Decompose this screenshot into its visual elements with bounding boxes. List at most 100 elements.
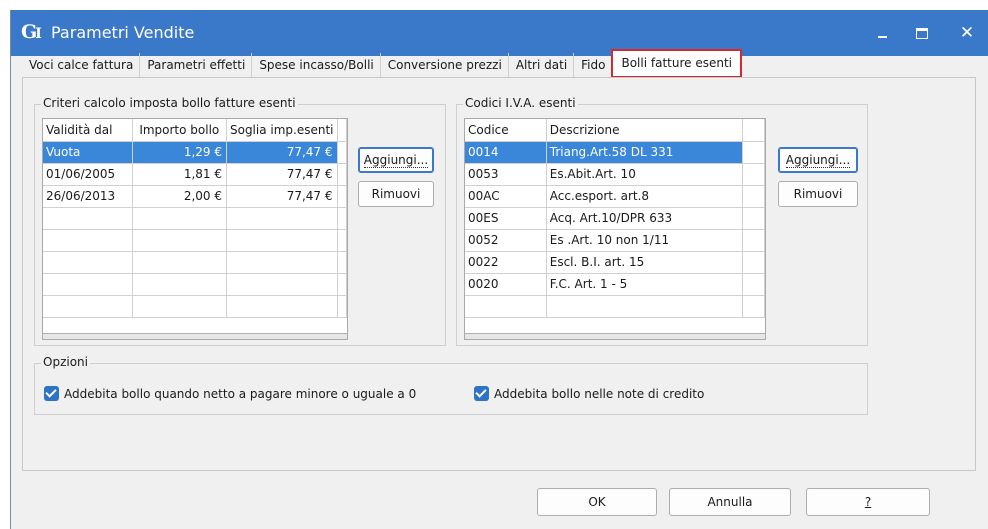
column-header-validita[interactable]: Validità dal (43, 119, 133, 142)
check-bollo-netto[interactable]: Addebita bollo quando netto a pagare min… (44, 386, 416, 401)
maximize-button[interactable] (909, 20, 935, 46)
table-cell: Vuota (43, 141, 133, 164)
table-cell (226, 295, 338, 318)
table-cell (465, 295, 547, 318)
criteri-remove-button[interactable]: Rimuovi (358, 181, 434, 207)
table-cell-filler (742, 229, 765, 252)
table-cell-filler (337, 251, 347, 274)
table-cell: Triang.Art.58 DL 331 (546, 141, 744, 164)
table-cell (43, 295, 133, 318)
checkbox-checked-icon[interactable] (474, 386, 489, 401)
table-row[interactable]: 0020 F.C. Art. 1 - 5 (465, 273, 765, 296)
tab-altri-dati[interactable]: Altri dati (509, 53, 575, 77)
table-cell: 0022 (465, 251, 547, 274)
table-row[interactable]: 0014 Triang.Art.58 DL 331 (465, 141, 765, 164)
table-cell: Acc.esport. art.8 (546, 185, 744, 208)
table-cell-filler (742, 273, 765, 296)
criteri-add-button[interactable]: Aggiungi... (358, 147, 434, 173)
table-cell (132, 207, 227, 230)
table-row[interactable]: 01/06/2005 1,81 €77,47 € (43, 163, 347, 186)
table-cell: 0052 (465, 229, 547, 252)
checkbox-checked-icon[interactable] (44, 386, 59, 401)
codici-grid[interactable]: Codice Descrizione 0014 Triang.Art.58 DL … (464, 118, 766, 340)
table-cell: Es .Art. 10 non 1/11 (546, 229, 744, 252)
tab-fido[interactable]: Fido (574, 53, 611, 77)
table-cell (226, 273, 338, 296)
table-cell-filler (337, 163, 347, 186)
table-row[interactable] (43, 295, 347, 318)
criteri-header-row: Validità dal Importo bollo Soglia imp.es… (43, 119, 347, 142)
table-cell: 00AC (465, 185, 547, 208)
window-title: Parametri Vendite (51, 23, 195, 42)
table-cell (226, 207, 338, 230)
table-cell: Es.Abit.Art. 10 (546, 163, 744, 186)
table-cell (43, 229, 133, 252)
title-bar[interactable]: GI Parametri Vendite ✕ (11, 10, 988, 56)
column-header-filler (742, 119, 765, 142)
table-cell-filler (337, 273, 347, 296)
codici-table: Codice Descrizione 0014 Triang.Art.58 DL … (465, 119, 765, 318)
table-cell (43, 273, 133, 296)
table-row[interactable]: 00AC Acc.esport. art.8 (465, 185, 765, 208)
column-header-soglia[interactable]: Soglia imp.esenti (226, 119, 338, 142)
codici-remove-button[interactable]: Rimuovi (778, 181, 858, 207)
criteri-body: Vuota 1,29 €77,47 €01/06/2005 1,81 €77,47 … (43, 141, 347, 318)
table-row[interactable] (465, 295, 765, 318)
column-header-codice[interactable]: Codice (465, 119, 547, 142)
ok-button[interactable]: OK (537, 488, 657, 516)
table-cell: 01/06/2005 (43, 163, 133, 186)
table-row[interactable] (43, 251, 347, 274)
tab-parametri-effetti[interactable]: Parametri effetti (140, 53, 253, 77)
table-row[interactable]: 00ES Acq. Art.10/DPR 633 (465, 207, 765, 230)
check-bollo-note-credito[interactable]: Addebita bollo nelle note di credito (474, 386, 704, 401)
criteri-table: Validità dal Importo bollo Soglia imp.es… (43, 119, 347, 318)
tab-spese-incasso-bolli[interactable]: Spese incasso/Bolli (252, 53, 381, 77)
criteri-grid[interactable]: Validità dal Importo bollo Soglia imp.es… (42, 118, 348, 340)
codici-group-label: Codici I.V.A. esenti (463, 96, 578, 110)
table-cell-filler (742, 251, 765, 274)
close-button[interactable]: ✕ (954, 20, 980, 46)
table-row[interactable] (43, 229, 347, 252)
opzioni-group-label: Opzioni (41, 355, 90, 369)
minimize-button[interactable] (869, 20, 895, 46)
table-cell (132, 295, 227, 318)
codici-add-button[interactable]: Aggiungi... (778, 147, 858, 173)
table-cell: 77,47 € (226, 185, 338, 208)
table-row[interactable] (43, 207, 347, 230)
help-button[interactable]: ? (806, 488, 930, 516)
table-cell: 0020 (465, 273, 547, 296)
table-cell: Escl. B.I. art. 15 (546, 251, 744, 274)
table-cell: F.C. Art. 1 - 5 (546, 273, 744, 296)
table-row[interactable]: 0053 Es.Abit.Art. 10 (465, 163, 765, 186)
table-row[interactable]: 0022 Escl. B.I. art. 15 (465, 251, 765, 274)
cancel-button[interactable]: Annulla (669, 488, 791, 516)
table-cell-filler (742, 185, 765, 208)
table-cell (546, 295, 744, 318)
app-logo: GI (21, 21, 42, 43)
table-cell: 77,47 € (226, 163, 338, 186)
tab-conversione-prezzi[interactable]: Conversione prezzi (381, 53, 509, 77)
table-cell-filler (742, 163, 765, 186)
table-cell-filler (337, 141, 347, 164)
table-cell (43, 207, 133, 230)
table-cell (132, 229, 227, 252)
table-row[interactable]: Vuota 1,29 €77,47 € (43, 141, 347, 164)
maximize-icon (916, 28, 928, 39)
table-row[interactable] (43, 273, 347, 296)
codici-grid-footer (465, 333, 765, 339)
tab-bolli-fatture-esenti[interactable]: Bolli fatture esenti (611, 49, 742, 78)
table-row[interactable]: 26/06/2013 2,00 €77,47 € (43, 185, 347, 208)
table-row[interactable]: 0052 Es .Art. 10 non 1/11 (465, 229, 765, 252)
tab-voci-calce-fattura[interactable]: Voci calce fattura (22, 53, 141, 77)
table-cell: 0014 (465, 141, 547, 164)
table-cell-filler (742, 207, 765, 230)
codici-header-row: Codice Descrizione (465, 119, 765, 142)
column-header-importo[interactable]: Importo bollo (132, 119, 227, 142)
tab-strip: Voci calce fattura Parametri effetti Spe… (22, 49, 742, 78)
table-cell-filler (742, 295, 765, 318)
table-cell-filler (337, 185, 347, 208)
column-header-filler (337, 119, 347, 142)
column-header-descrizione[interactable]: Descrizione (546, 119, 744, 142)
table-cell-filler (337, 207, 347, 230)
table-cell (226, 229, 338, 252)
